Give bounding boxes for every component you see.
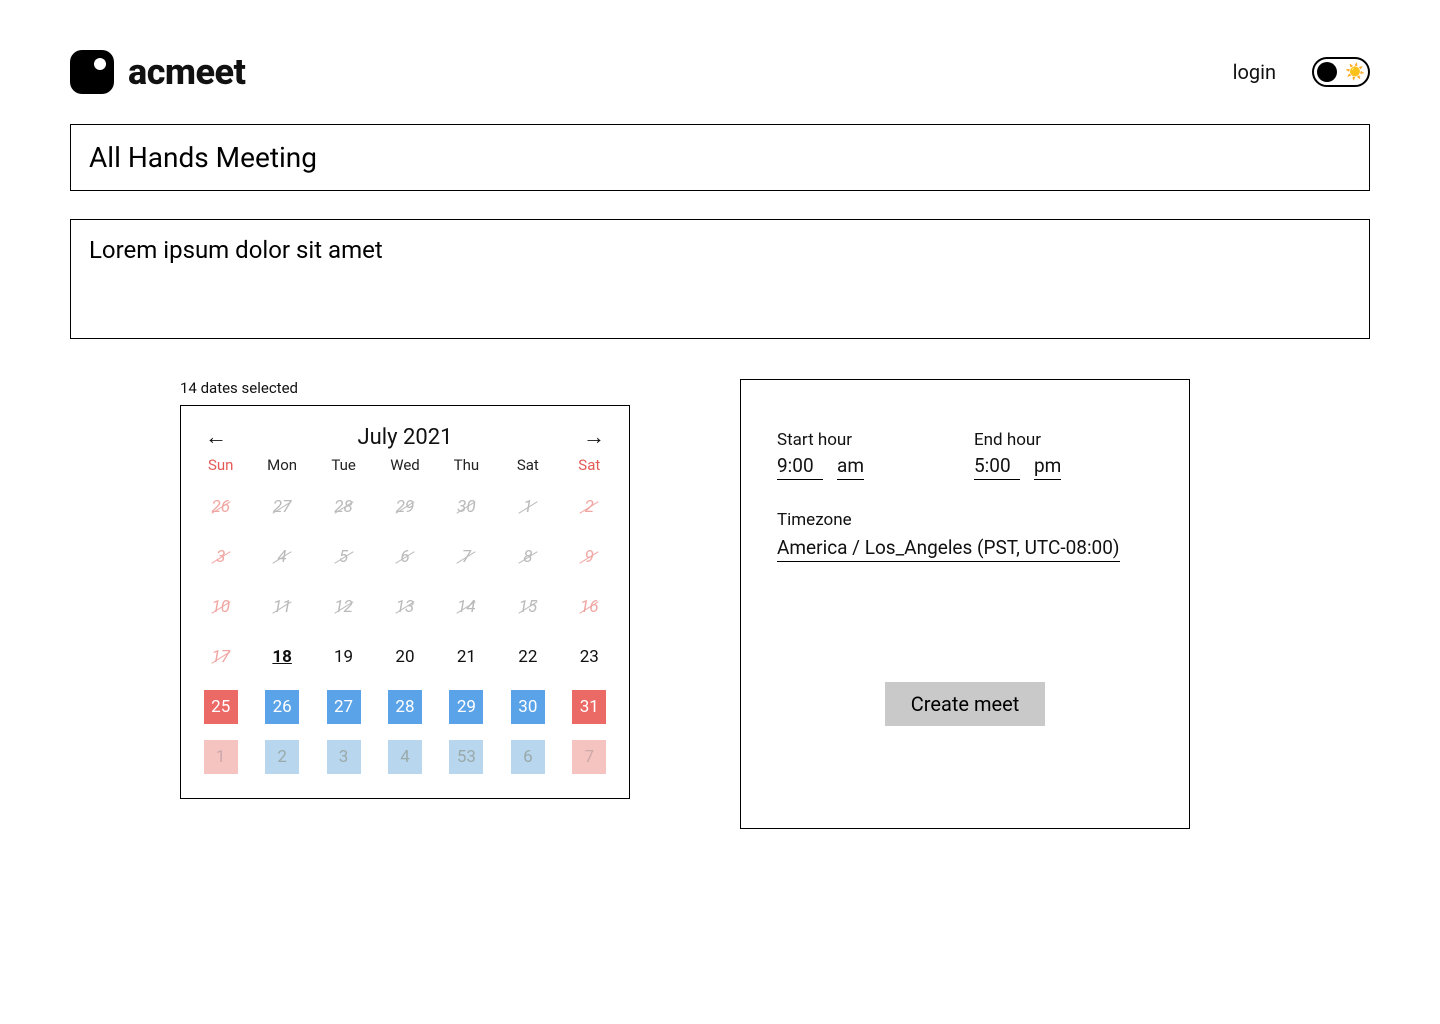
end-hour-value[interactable]: 5:00 [974, 454, 1020, 480]
calendar-header: ← July 2021 → [199, 424, 611, 450]
calendar-day[interactable]: 3 [327, 740, 361, 774]
calendar-day[interactable]: 6 [511, 740, 545, 774]
topbar: acmeet login ☀️ [70, 40, 1370, 124]
calendar-column: 14 dates selected ← July 2021 → Sun Mon Tu… [180, 379, 630, 799]
theme-toggle[interactable]: ☀️ [1312, 57, 1370, 87]
calendar-day: 12 [327, 590, 361, 624]
start-hour-ampm[interactable]: am [837, 454, 864, 480]
calendar-day[interactable]: 18 [265, 640, 299, 674]
calendar-grid: SunMonTueWedThuSatSat2627282930123456789… [199, 456, 611, 774]
timezone-label: Timezone [777, 510, 1153, 530]
calendar-day: 16 [572, 590, 606, 624]
end-hour-label: End hour [974, 430, 1061, 450]
selected-dates-count: 14 dates selected [180, 379, 630, 397]
calendar-day[interactable]: 7 [572, 740, 606, 774]
calendar-day: 17 [204, 640, 238, 674]
calendar-day: 10 [204, 590, 238, 624]
calendar-dow: Tue [322, 456, 365, 474]
calendar-day[interactable]: 23 [572, 640, 606, 674]
timezone-field: Timezone America / Los_Angeles (PST, UTC… [777, 510, 1153, 562]
calendar-dow: Sat [506, 456, 549, 474]
end-hour-field: End hour 5:00 pm [974, 430, 1061, 480]
brand-icon [70, 50, 114, 94]
calendar-dow: Wed [383, 456, 426, 474]
calendar-dow: Mon [260, 456, 303, 474]
meeting-description-input[interactable]: Lorem ipsum dolor sit amet [70, 219, 1370, 339]
next-month-button[interactable]: → [577, 424, 611, 450]
calendar-day[interactable]: 19 [327, 640, 361, 674]
create-meet-button[interactable]: Create meet [885, 682, 1046, 726]
calendar-day[interactable]: 1 [204, 740, 238, 774]
calendar-day: 1 [511, 490, 545, 524]
top-right: login ☀️ [1233, 57, 1370, 87]
calendar-dow: Thu [445, 456, 488, 474]
start-hour-label: Start hour [777, 430, 864, 450]
calendar-day: 5 [327, 540, 361, 574]
calendar-day: 15 [511, 590, 545, 624]
calendar-day: 14 [449, 590, 483, 624]
calendar-day: 27 [265, 490, 299, 524]
calendar-day[interactable]: 31 [572, 690, 606, 724]
end-hour-ampm[interactable]: pm [1034, 454, 1061, 480]
calendar-day[interactable]: 26 [265, 690, 299, 724]
brand-name: acmeet [128, 51, 245, 93]
calendar-dow: Sat [568, 456, 611, 474]
calendar-day: 7 [449, 540, 483, 574]
calendar-day[interactable]: 22 [511, 640, 545, 674]
calendar-day[interactable]: 27 [327, 690, 361, 724]
time-panel: Start hour 9:00 am End hour 5:00 pm Time… [740, 379, 1190, 829]
calendar-day: 29 [388, 490, 422, 524]
calendar-day[interactable]: 21 [449, 640, 483, 674]
calendar-day: 4 [265, 540, 299, 574]
calendar: ← July 2021 → SunMonTueWedThuSatSat26272… [180, 405, 630, 799]
calendar-day[interactable]: 30 [511, 690, 545, 724]
calendar-day: 6 [388, 540, 422, 574]
calendar-day[interactable]: 4 [388, 740, 422, 774]
calendar-day: 3 [204, 540, 238, 574]
calendar-day: 9 [572, 540, 606, 574]
calendar-day: 28 [327, 490, 361, 524]
timezone-value[interactable]: America / Los_Angeles (PST, UTC-08:00) [777, 536, 1120, 562]
theme-toggle-knob [1317, 62, 1337, 82]
brand: acmeet [70, 50, 245, 94]
calendar-day[interactable]: 25 [204, 690, 238, 724]
calendar-day[interactable]: 28 [388, 690, 422, 724]
calendar-day[interactable]: 2 [265, 740, 299, 774]
start-hour-value[interactable]: 9:00 [777, 454, 823, 480]
calendar-day: 2 [572, 490, 606, 524]
meeting-title-input[interactable] [70, 124, 1370, 191]
calendar-day: 11 [265, 590, 299, 624]
calendar-day: 13 [388, 590, 422, 624]
calendar-day: 30 [449, 490, 483, 524]
calendar-month-label: July 2021 [358, 425, 453, 450]
calendar-dow: Sun [199, 456, 242, 474]
calendar-day[interactable]: 53 [449, 740, 483, 774]
calendar-day: 26 [204, 490, 238, 524]
prev-month-button[interactable]: ← [199, 424, 233, 450]
calendar-day: 8 [511, 540, 545, 574]
sun-icon: ☀️ [1345, 64, 1365, 80]
calendar-day[interactable]: 20 [388, 640, 422, 674]
login-link[interactable]: login [1233, 60, 1276, 84]
calendar-day[interactable]: 29 [449, 690, 483, 724]
start-hour-field: Start hour 9:00 am [777, 430, 864, 480]
